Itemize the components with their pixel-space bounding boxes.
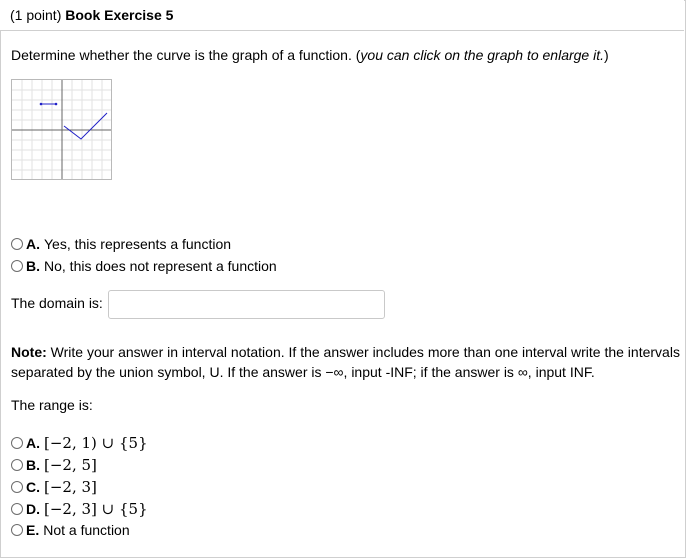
exercise-title: Book Exercise 5 — [65, 7, 174, 23]
range-option-e[interactable]: E. Not a function — [11, 522, 130, 538]
curve-path — [63, 112, 108, 140]
domain-label: The domain is: — [11, 295, 103, 311]
note-text: Note: Write your answer in interval nota… — [11, 342, 681, 382]
option-label: [−2, 5] — [44, 456, 97, 474]
radio-button[interactable] — [11, 437, 23, 449]
option-label: Not a function — [43, 522, 130, 538]
range-option-d[interactable]: D. [−2, 3] ∪ {5} — [11, 500, 148, 518]
note-bold: Note: — [11, 344, 47, 360]
radio-button[interactable] — [11, 481, 23, 493]
option-label: No, this does not represent a function — [44, 258, 277, 274]
option-label: [−2, 3] — [44, 478, 97, 496]
function-option-b[interactable]: B. No, this does not represent a functio… — [11, 258, 277, 274]
option-label: Yes, this represents a function — [44, 236, 232, 252]
graph-thumbnail[interactable] — [11, 79, 112, 180]
range-option-b[interactable]: B. [−2, 5] — [11, 456, 97, 474]
function-option-a[interactable]: A. Yes, this represents a function — [11, 236, 231, 252]
graph-svg — [12, 80, 111, 179]
segment-end-dot — [54, 102, 58, 106]
radio-button[interactable] — [11, 459, 23, 471]
radio-button[interactable] — [11, 260, 23, 272]
range-option-a[interactable]: A. [−2, 1) ∪ {5} — [11, 434, 148, 452]
range-label: The range is: — [11, 397, 93, 413]
problem-header: (1 point) Book Exercise 5 — [0, 0, 684, 31]
points-label: (1 point) — [10, 7, 62, 23]
range-option-c[interactable]: C. [−2, 3] — [11, 478, 97, 496]
option-label: [−2, 1) ∪ {5} — [44, 434, 148, 452]
domain-input[interactable] — [108, 290, 385, 319]
problem-title: (1 point) Book Exercise 5 — [10, 7, 173, 23]
radio-button[interactable] — [11, 524, 23, 536]
option-label: [−2, 3] ∪ {5} — [44, 500, 148, 518]
segment-start-dot — [39, 102, 43, 106]
radio-button[interactable] — [11, 503, 23, 515]
prompt-note: you can click on the graph to enlarge it… — [360, 47, 604, 63]
radio-button[interactable] — [11, 238, 23, 250]
note-body: Write your answer in interval notation. … — [11, 344, 680, 380]
question-prompt: Determine whether the curve is the graph… — [11, 47, 609, 63]
